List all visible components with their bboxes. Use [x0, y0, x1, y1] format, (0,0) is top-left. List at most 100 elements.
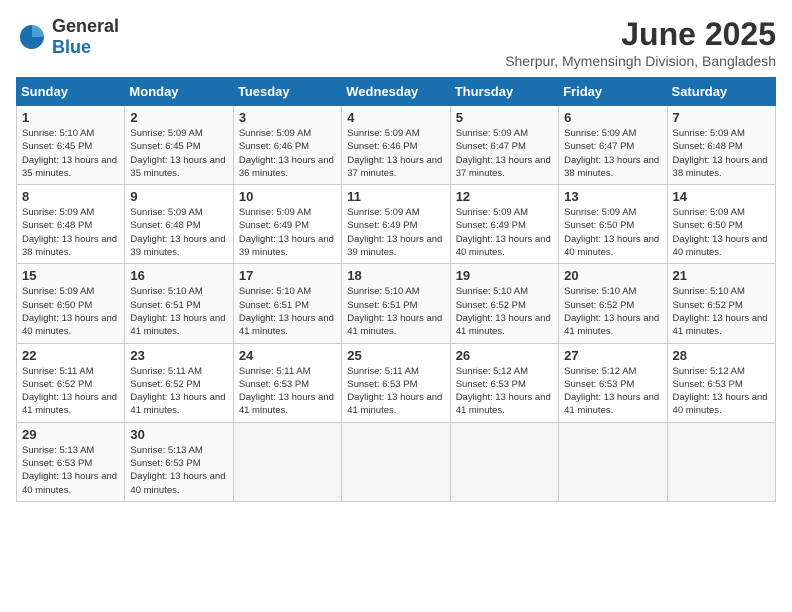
calendar-cell: 2 Sunrise: 5:09 AM Sunset: 6:45 PM Daylig…: [125, 106, 233, 185]
calendar-cell: 26Sunrise: 5:12 AM Sunset: 6:53 PM Dayli…: [450, 343, 558, 422]
calendar-cell: 5Sunrise: 5:09 AM Sunset: 6:47 PM Daylig…: [450, 106, 558, 185]
calendar-cell: 23 Sunrise: 5:11 AM Sunset: 6:52 PM Dayli…: [125, 343, 233, 422]
calendar-cell: 6 Sunrise: 5:09 AM Sunset: 6:47 PM Daylig…: [559, 106, 667, 185]
day-info: Sunrise: 5:10 AM Sunset: 6:51 PM Dayligh…: [130, 285, 227, 338]
calendar-cell: [559, 422, 667, 501]
day-number: 10: [239, 189, 336, 204]
location: Sherpur, Mymensingh Division, Bangladesh: [505, 53, 776, 69]
calendar-table: Sunday Monday Tuesday Wednesday Thursday…: [16, 77, 776, 502]
day-info: Sunrise: 5:09 AM Sunset: 6:46 PM Dayligh…: [239, 127, 336, 180]
day-number: 17: [239, 268, 336, 283]
day-info: Sunrise: 5:09 AM Sunset: 6:47 PM Dayligh…: [456, 127, 553, 180]
day-info: Sunrise: 5:09 AM Sunset: 6:47 PM Dayligh…: [564, 127, 661, 180]
day-number: 29: [22, 427, 119, 442]
day-number: 9: [130, 189, 227, 204]
calendar-cell: [233, 422, 341, 501]
week-row-1: 1 Sunrise: 5:10 AM Sunset: 6:45 PM Daylig…: [17, 106, 776, 185]
day-info: Sunrise: 5:09 AM Sunset: 6:46 PM Dayligh…: [347, 127, 444, 180]
header-sunday: Sunday: [17, 78, 125, 106]
day-info: Sunrise: 5:12 AM Sunset: 6:53 PM Dayligh…: [673, 365, 770, 418]
calendar-cell: 3 Sunrise: 5:09 AM Sunset: 6:46 PM Daylig…: [233, 106, 341, 185]
header-friday: Friday: [559, 78, 667, 106]
day-number: 19: [456, 268, 553, 283]
week-row-4: 22 Sunrise: 5:11 AM Sunset: 6:52 PM Dayli…: [17, 343, 776, 422]
calendar-cell: 28 Sunrise: 5:12 AM Sunset: 6:53 PM Dayli…: [667, 343, 775, 422]
calendar-cell: 8 Sunrise: 5:09 AM Sunset: 6:48 PM Daylig…: [17, 185, 125, 264]
month-year: June 2025: [505, 16, 776, 53]
day-number: 28: [673, 348, 770, 363]
day-number: 13: [564, 189, 661, 204]
day-info: Sunrise: 5:09 AM Sunset: 6:50 PM Dayligh…: [564, 206, 661, 259]
calendar-cell: 7 Sunrise: 5:09 AM Sunset: 6:48 PM Daylig…: [667, 106, 775, 185]
day-info: Sunrise: 5:09 AM Sunset: 6:48 PM Dayligh…: [130, 206, 227, 259]
calendar-cell: 13 Sunrise: 5:09 AM Sunset: 6:50 PM Dayli…: [559, 185, 667, 264]
day-info: Sunrise: 5:09 AM Sunset: 6:50 PM Dayligh…: [673, 206, 770, 259]
day-number: 2: [130, 110, 227, 125]
day-number: 7: [673, 110, 770, 125]
day-info: Sunrise: 5:13 AM Sunset: 6:53 PM Dayligh…: [130, 444, 227, 497]
day-number: 15: [22, 268, 119, 283]
calendar-cell: 15 Sunrise: 5:09 AM Sunset: 6:50 PM Dayli…: [17, 264, 125, 343]
day-info: Sunrise: 5:12 AM Sunset: 6:53 PM Dayligh…: [456, 365, 553, 418]
calendar-cell: 14Sunrise: 5:09 AM Sunset: 6:50 PM Dayli…: [667, 185, 775, 264]
title-area: June 2025 Sherpur, Mymensingh Division, …: [505, 16, 776, 69]
day-info: Sunrise: 5:11 AM Sunset: 6:53 PM Dayligh…: [239, 365, 336, 418]
calendar-cell: 24 Sunrise: 5:11 AM Sunset: 6:53 PM Dayli…: [233, 343, 341, 422]
day-number: 22: [22, 348, 119, 363]
weekday-header-row: Sunday Monday Tuesday Wednesday Thursday…: [17, 78, 776, 106]
calendar-cell: 29 Sunrise: 5:13 AM Sunset: 6:53 PM Dayli…: [17, 422, 125, 501]
calendar-cell: [667, 422, 775, 501]
day-number: 6: [564, 110, 661, 125]
calendar-cell: 10 Sunrise: 5:09 AM Sunset: 6:49 PM Dayli…: [233, 185, 341, 264]
day-number: 24: [239, 348, 336, 363]
day-number: 21: [673, 268, 770, 283]
day-number: 8: [22, 189, 119, 204]
header-thursday: Thursday: [450, 78, 558, 106]
calendar-cell: 17 Sunrise: 5:10 AM Sunset: 6:51 PM Dayli…: [233, 264, 341, 343]
day-number: 11: [347, 189, 444, 204]
day-info: Sunrise: 5:09 AM Sunset: 6:48 PM Dayligh…: [22, 206, 119, 259]
calendar-cell: 20 Sunrise: 5:10 AM Sunset: 6:52 PM Dayli…: [559, 264, 667, 343]
day-info: Sunrise: 5:09 AM Sunset: 6:50 PM Dayligh…: [22, 285, 119, 338]
day-info: Sunrise: 5:09 AM Sunset: 6:49 PM Dayligh…: [456, 206, 553, 259]
calendar-cell: 22 Sunrise: 5:11 AM Sunset: 6:52 PM Dayli…: [17, 343, 125, 422]
day-info: Sunrise: 5:10 AM Sunset: 6:51 PM Dayligh…: [347, 285, 444, 338]
day-info: Sunrise: 5:10 AM Sunset: 6:45 PM Dayligh…: [22, 127, 119, 180]
calendar-cell: 19 Sunrise: 5:10 AM Sunset: 6:52 PM Dayli…: [450, 264, 558, 343]
day-number: 4: [347, 110, 444, 125]
day-info: Sunrise: 5:09 AM Sunset: 6:48 PM Dayligh…: [673, 127, 770, 180]
calendar-cell: 30 Sunrise: 5:13 AM Sunset: 6:53 PM Dayli…: [125, 422, 233, 501]
day-info: Sunrise: 5:09 AM Sunset: 6:49 PM Dayligh…: [239, 206, 336, 259]
day-info: Sunrise: 5:09 AM Sunset: 6:45 PM Dayligh…: [130, 127, 227, 180]
header-tuesday: Tuesday: [233, 78, 341, 106]
day-number: 20: [564, 268, 661, 283]
calendar-cell: 16Sunrise: 5:10 AM Sunset: 6:51 PM Dayli…: [125, 264, 233, 343]
day-number: 3: [239, 110, 336, 125]
day-info: Sunrise: 5:11 AM Sunset: 6:52 PM Dayligh…: [22, 365, 119, 418]
day-info: Sunrise: 5:09 AM Sunset: 6:49 PM Dayligh…: [347, 206, 444, 259]
day-number: 18: [347, 268, 444, 283]
calendar-cell: 21Sunrise: 5:10 AM Sunset: 6:52 PM Dayli…: [667, 264, 775, 343]
header: General Blue June 2025 Sherpur, Mymensin…: [16, 16, 776, 69]
logo: General Blue: [16, 16, 119, 58]
calendar-cell: [450, 422, 558, 501]
day-info: Sunrise: 5:10 AM Sunset: 6:52 PM Dayligh…: [564, 285, 661, 338]
day-number: 30: [130, 427, 227, 442]
header-wednesday: Wednesday: [342, 78, 450, 106]
day-number: 1: [22, 110, 119, 125]
calendar-cell: 12 Sunrise: 5:09 AM Sunset: 6:49 PM Dayli…: [450, 185, 558, 264]
day-info: Sunrise: 5:11 AM Sunset: 6:52 PM Dayligh…: [130, 365, 227, 418]
day-info: Sunrise: 5:13 AM Sunset: 6:53 PM Dayligh…: [22, 444, 119, 497]
week-row-2: 8 Sunrise: 5:09 AM Sunset: 6:48 PM Daylig…: [17, 185, 776, 264]
day-number: 12: [456, 189, 553, 204]
calendar-cell: 25 Sunrise: 5:11 AM Sunset: 6:53 PM Dayli…: [342, 343, 450, 422]
day-number: 27: [564, 348, 661, 363]
day-info: Sunrise: 5:11 AM Sunset: 6:53 PM Dayligh…: [347, 365, 444, 418]
logo-icon: [16, 21, 48, 53]
day-number: 25: [347, 348, 444, 363]
week-row-5: 29 Sunrise: 5:13 AM Sunset: 6:53 PM Dayli…: [17, 422, 776, 501]
calendar-cell: 4 Sunrise: 5:09 AM Sunset: 6:46 PM Daylig…: [342, 106, 450, 185]
day-info: Sunrise: 5:10 AM Sunset: 6:52 PM Dayligh…: [456, 285, 553, 338]
day-info: Sunrise: 5:10 AM Sunset: 6:51 PM Dayligh…: [239, 285, 336, 338]
day-number: 23: [130, 348, 227, 363]
